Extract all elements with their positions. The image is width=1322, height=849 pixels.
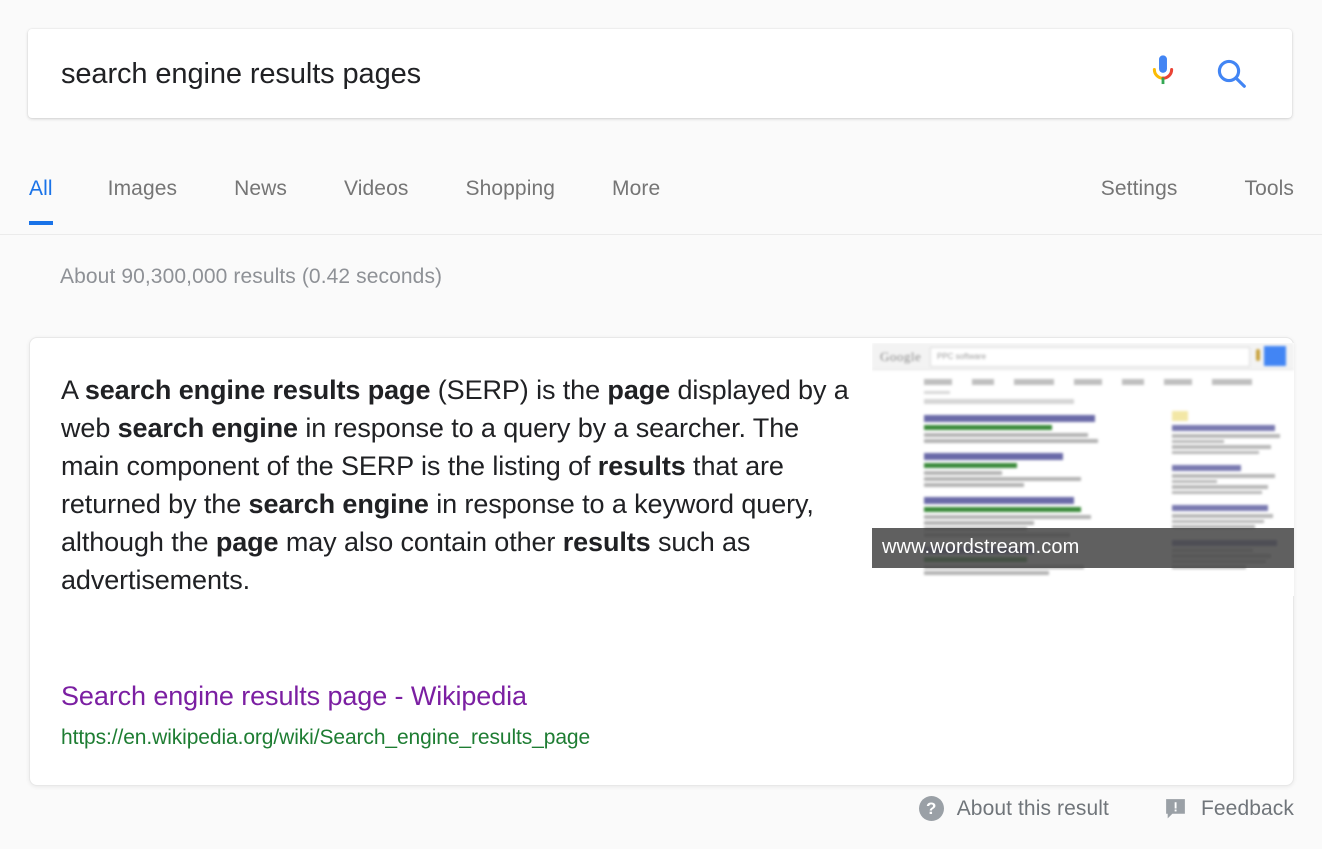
snippet-footer: ? About this result Feedback	[0, 796, 1322, 821]
tab-all[interactable]: All	[29, 152, 53, 224]
about-this-result-label: About this result	[957, 797, 1109, 821]
search-nav: All Images News Videos Shopping More Set…	[0, 152, 1322, 235]
featured-snippet-thumbnail[interactable]: Google PPC software	[872, 343, 1294, 596]
tab-news[interactable]: News	[234, 152, 287, 224]
search-bar-actions	[1149, 54, 1292, 94]
featured-snippet-paragraph: A search engine results page (SERP) is t…	[61, 371, 851, 599]
microphone-icon[interactable]	[1149, 54, 1177, 94]
tools-button[interactable]: Tools	[1244, 152, 1294, 224]
tab-more[interactable]: More	[612, 152, 660, 224]
nav-left-group: All Images News Videos Shopping More	[29, 152, 717, 224]
result-stats: About 90,300,000 results (0.42 seconds)	[60, 265, 442, 289]
thumbnail-inner-query: PPC software	[937, 352, 986, 361]
about-this-result-button[interactable]: ? About this result	[919, 796, 1109, 821]
search-input[interactable]	[28, 54, 1149, 94]
settings-button[interactable]: Settings	[1101, 152, 1178, 224]
featured-snippet-url[interactable]: https://en.wikipedia.org/wiki/Search_eng…	[61, 726, 590, 750]
search-bar[interactable]	[28, 29, 1292, 118]
tab-shopping[interactable]: Shopping	[465, 152, 555, 224]
thumbnail-google-logo: Google	[880, 349, 921, 365]
feedback-speech-bubble-icon	[1163, 796, 1188, 821]
question-mark-circle-icon: ?	[919, 796, 944, 821]
nav-right-group: Settings Tools	[1034, 152, 1294, 224]
featured-snippet-card: A search engine results page (SERP) is t…	[29, 337, 1294, 786]
feedback-button[interactable]: Feedback	[1163, 796, 1294, 821]
tab-videos[interactable]: Videos	[344, 152, 408, 224]
tab-images[interactable]: Images	[108, 152, 177, 224]
search-icon[interactable]	[1214, 56, 1250, 92]
thumbnail-source-caption: www.wordstream.com	[872, 528, 1294, 568]
featured-snippet-title-link[interactable]: Search engine results page - Wikipedia	[61, 681, 527, 712]
feedback-label: Feedback	[1201, 797, 1294, 821]
